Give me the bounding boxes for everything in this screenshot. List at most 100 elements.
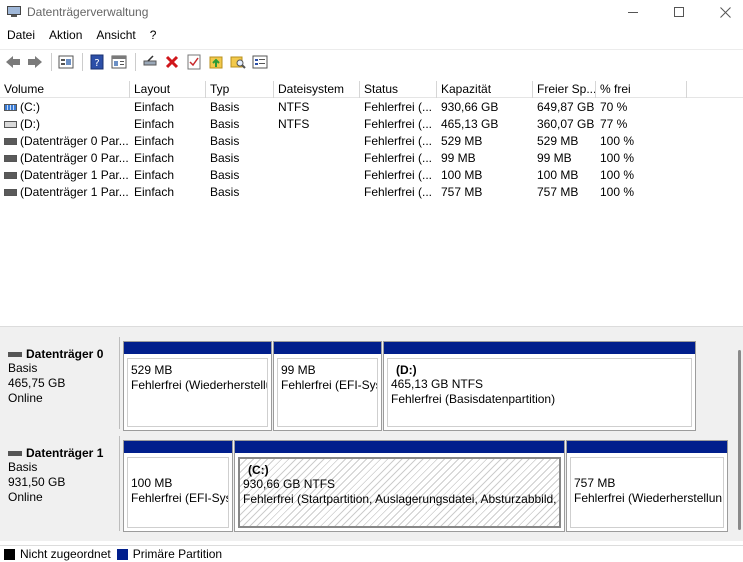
- toolbar: ?: [0, 49, 743, 73]
- cell-freier-speicher: 529 MB: [537, 134, 579, 148]
- cell-layout: Einfach: [134, 134, 175, 148]
- legend-label-primary: Primäre Partition: [132, 547, 223, 561]
- delete-button[interactable]: [162, 52, 182, 72]
- help-button[interactable]: ?: [87, 52, 107, 72]
- cell-volume: (Datenträger 1 Par...: [20, 168, 129, 182]
- menu-aktion[interactable]: Aktion: [42, 27, 89, 45]
- cell-dateisystem: [274, 150, 360, 167]
- table-row[interactable]: (Datenträger 1 Par... Einfach Basis Fehl…: [0, 167, 743, 184]
- partition-size: 757 MB: [574, 476, 616, 490]
- partition-size: 100 MB: [131, 476, 173, 490]
- toolbar-separator: [135, 52, 136, 71]
- close-icon: [719, 6, 731, 18]
- menu-ansicht[interactable]: Ansicht: [89, 27, 142, 45]
- forward-button[interactable]: [25, 52, 45, 72]
- cell-typ: Basis: [210, 100, 240, 114]
- partition-status: Fehlerfrei (Startpartition, Auslagerungs…: [243, 492, 561, 506]
- column-header-prozent-frei[interactable]: % frei: [596, 81, 687, 98]
- back-button[interactable]: [3, 52, 23, 72]
- console-button[interactable]: [250, 52, 270, 72]
- folder-search-button[interactable]: [228, 52, 248, 72]
- cell-status: Fehlerfrei (...: [364, 117, 433, 131]
- cell-status: Fehlerfrei (...: [364, 185, 433, 199]
- legend-swatch-unallocated: [4, 548, 15, 560]
- table-row[interactable]: (Datenträger 0 Par... Einfach Basis Fehl…: [0, 133, 743, 150]
- toolbar-separator: [51, 52, 52, 71]
- volume-drive-icon: [4, 138, 17, 145]
- cell-freier-speicher: 99 MB: [537, 151, 572, 165]
- connect-icon: [143, 54, 157, 65]
- column-header-typ[interactable]: Typ: [206, 81, 274, 98]
- disk-icon: [8, 351, 22, 357]
- folder-up-button[interactable]: [206, 52, 226, 72]
- cell-typ: Basis: [210, 185, 240, 199]
- partition-status: Fehlerfrei (Wiederherstellu: [131, 378, 268, 392]
- partition-block[interactable]: 529 MB Fehlerfrei (Wiederherstellu: [123, 341, 272, 431]
- cell-freier-speicher: 100 MB: [537, 168, 579, 182]
- cell-kapazitaet: 99 MB: [441, 151, 476, 165]
- volume-table: (C:) Einfach Basis NTFS Fehlerfrei (... …: [0, 99, 743, 201]
- disk-0-row: Datenträger 0 Basis 465,75 GB Online 529…: [0, 337, 735, 431]
- close-button[interactable]: [702, 0, 743, 24]
- disk-type: Basis: [8, 361, 38, 375]
- disk-list-button[interactable]: [56, 52, 76, 72]
- partition-status: Fehlerfrei (Wiederherstellun: [574, 491, 723, 505]
- table-row[interactable]: (Datenträger 1 Par... Einfach Basis Fehl…: [0, 184, 743, 201]
- disk-icon: [8, 450, 22, 456]
- volume-drive-icon: [4, 172, 17, 179]
- partition-size: 465,13 GB NTFS: [391, 377, 484, 391]
- primary-partition-bar: [235, 441, 564, 453]
- table-row[interactable]: (C:) Einfach Basis NTFS Fehlerfrei (... …: [0, 99, 743, 116]
- cell-volume: (Datenträger 1 Par...: [20, 185, 129, 199]
- disk-management-app-icon: [7, 6, 21, 18]
- column-header-freier-speicher[interactable]: Freier Sp...: [533, 81, 596, 98]
- menu-bar: Datei Aktion Ansicht ?: [0, 27, 163, 45]
- partition-block[interactable]: (D:) 465,13 GB NTFS Fehlerfrei (Basisdat…: [383, 341, 696, 431]
- maximize-icon: [674, 7, 684, 17]
- partition-block[interactable]: 100 MB Fehlerfrei (EFI-Syst: [123, 440, 233, 532]
- column-header-kapazitaet[interactable]: Kapazität: [437, 81, 533, 98]
- cell-dateisystem: [274, 167, 360, 184]
- connect-button[interactable]: [140, 52, 160, 72]
- menu-datei[interactable]: Datei: [0, 27, 42, 45]
- volume-table-header: Volume Layout Typ Dateisystem Status Kap…: [0, 81, 743, 98]
- table-row[interactable]: (Datenträger 0 Par... Einfach Basis Fehl…: [0, 150, 743, 167]
- graph-scrollbar-thumb[interactable]: [738, 350, 741, 530]
- properties-button[interactable]: [109, 52, 129, 72]
- partition-status: Fehlerfrei (EFI-Syst: [131, 491, 229, 505]
- disk-state: Online: [8, 490, 43, 504]
- cell-prozent-frei: 100 %: [600, 185, 635, 199]
- column-header-dateisystem[interactable]: Dateisystem: [274, 81, 360, 98]
- check-button[interactable]: [184, 52, 204, 72]
- cell-freier-speicher: 649,87 GB: [537, 100, 595, 114]
- maximize-button[interactable]: [656, 0, 702, 24]
- partition-block[interactable]: 99 MB Fehlerfrei (EFI-Sys: [273, 341, 382, 431]
- minimize-button[interactable]: [610, 0, 656, 24]
- table-row[interactable]: (D:) Einfach Basis NTFS Fehlerfrei (... …: [0, 116, 743, 133]
- disk-1-label[interactable]: Datenträger 1 Basis 931,50 GB Online: [0, 436, 120, 531]
- disk-name: Datenträger 1: [26, 446, 104, 460]
- cell-layout: Einfach: [134, 168, 175, 182]
- partition-name: (C:): [248, 463, 269, 477]
- disk-0-label[interactable]: Datenträger 0 Basis 465,75 GB Online: [0, 337, 120, 429]
- cell-kapazitaet: 757 MB: [441, 185, 483, 199]
- cell-status: Fehlerfrei (...: [364, 151, 433, 165]
- column-header-volume[interactable]: Volume: [0, 81, 130, 98]
- partition-block[interactable]: 757 MB Fehlerfrei (Wiederherstellun: [566, 440, 728, 532]
- cell-typ: Basis: [210, 151, 240, 165]
- help-icon: ?: [90, 54, 104, 69]
- cell-prozent-frei: 77 %: [600, 117, 628, 131]
- volume-drive-icon: [4, 121, 17, 128]
- partition-status: Fehlerfrei (EFI-Sys: [281, 378, 378, 392]
- partition-block[interactable]: (C:) 930,66 GB NTFS Fehlerfrei (Startpar…: [234, 440, 565, 532]
- cell-typ: Basis: [210, 168, 240, 182]
- window-title: Datenträgerverwaltung: [27, 5, 149, 19]
- disk-size: 931,50 GB: [8, 475, 66, 489]
- column-header-status[interactable]: Status: [360, 81, 437, 98]
- menu-help[interactable]: ?: [143, 27, 164, 45]
- cell-volume: (Datenträger 0 Par...: [20, 151, 129, 165]
- cell-prozent-frei: 100 %: [600, 168, 635, 182]
- cell-status: Fehlerfrei (...: [364, 168, 433, 182]
- column-header-layout[interactable]: Layout: [130, 81, 206, 98]
- properties-icon: [111, 55, 127, 68]
